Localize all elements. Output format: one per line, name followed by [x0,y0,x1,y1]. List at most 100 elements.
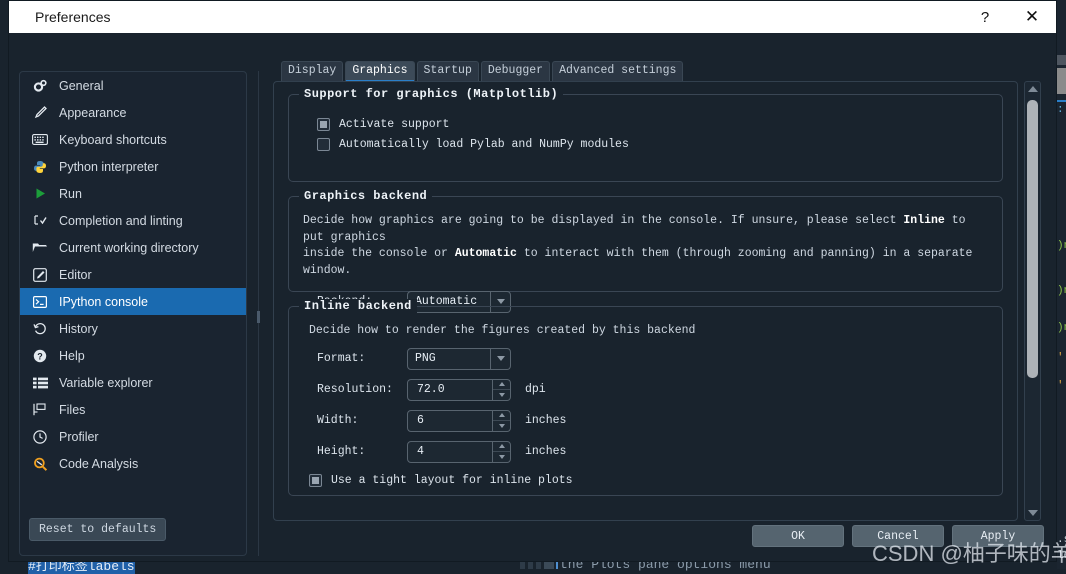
question-circle-icon: ? [30,348,50,364]
scrollbar-track[interactable] [1025,96,1040,506]
tab-debugger[interactable]: Debugger [481,61,550,81]
width-stepper[interactable]: 6 [407,410,511,432]
desc-part: Decide how graphics are going to be disp… [303,214,903,227]
stepper-down-icon[interactable] [493,421,510,431]
background-code-fragment: )n [1057,285,1066,297]
stepper-down-icon[interactable] [493,390,510,400]
stepper-buttons[interactable] [492,380,510,400]
checkbox-icon[interactable] [317,138,330,151]
background-code-fragment: )n [1057,240,1066,252]
activate-support-checkbox-row[interactable]: Activate support [317,118,988,131]
edit-icon [30,267,50,283]
sidebar-item-history[interactable]: History [20,315,246,342]
preferences-dialog: Preferences ? ✕ General Appearance [8,0,1057,562]
sidebar-item-run[interactable]: Run [20,180,246,207]
keyboard-icon [30,132,50,148]
chevron-down-icon[interactable] [490,349,510,369]
help-icon[interactable]: ? [962,1,1008,33]
checkbox-label: Automatically load Pylab and NumPy modul… [339,138,629,151]
sidebar-item-label: Profiler [59,430,99,444]
background-code-fragment: le [1057,550,1066,562]
tight-layout-checkbox-row[interactable]: Use a tight layout for inline plots [309,474,988,487]
sidebar-item-label: History [59,322,98,336]
tab-startup[interactable]: Startup [417,61,479,81]
cancel-button[interactable]: Cancel [852,525,944,547]
dialog-footer-buttons: OK Cancel Apply [752,525,1044,547]
desc-emphasis-automatic: Automatic [455,247,517,260]
height-field-row: Height: 4 inches [317,440,988,464]
files-icon [30,402,50,418]
gears-icon [30,78,50,94]
folder-icon [30,240,50,256]
reset-to-defaults-button[interactable]: Reset to defaults [29,518,166,541]
checkbox-icon[interactable] [317,118,330,131]
apply-button[interactable]: Apply [952,525,1044,547]
sidebar-item-label: Current working directory [59,241,199,255]
desc-emphasis-inline: Inline [903,214,944,227]
stepper-up-icon[interactable] [493,380,510,391]
scrollbar-thumb[interactable] [1027,100,1038,378]
sidebar[interactable]: General Appearance Keyboard shortcuts [19,71,247,556]
sidebar-item-label: IPython console [59,295,148,309]
sidebar-item-files[interactable]: Files [20,396,246,423]
sidebar-item-label: Help [59,349,85,363]
resolution-unit: dpi [525,383,546,396]
python-icon [30,159,50,175]
checkbox-icon[interactable] [309,474,322,487]
height-stepper[interactable]: 4 [407,441,511,463]
sidebar-item-current-working-directory[interactable]: Current working directory [20,234,246,261]
width-field-row: Width: 6 inches [317,409,988,433]
tab-display[interactable]: Display [281,61,343,81]
stepper-up-icon[interactable] [493,411,510,422]
tab-graphics[interactable]: Graphics [345,61,414,81]
background-code-fragment: : [1057,104,1064,116]
format-select[interactable]: PNG [407,348,511,370]
panel-scrollbar[interactable] [1024,81,1041,521]
resolution-value[interactable]: 72.0 [408,380,492,400]
width-value[interactable]: 6 [408,411,492,431]
width-unit: inches [525,414,566,427]
checkbox-label: Activate support [339,118,449,131]
sidebar-item-appearance[interactable]: Appearance [20,99,246,126]
sidebar-item-code-analysis[interactable]: Code Analysis [20,450,246,477]
format-select-value: PNG [408,349,490,369]
ok-button[interactable]: OK [752,525,844,547]
tab-advanced-settings[interactable]: Advanced settings [552,61,683,81]
main-panel: Display Graphics Startup Debugger Advanc… [273,61,1044,561]
group-title: Graphics backend [299,189,432,203]
sidebar-item-variable-explorer[interactable]: Variable explorer [20,369,246,396]
resolution-label: Resolution: [317,383,407,396]
scroll-down-icon[interactable] [1028,506,1038,520]
inline-backend-description: Decide how to render the figures created… [309,323,988,340]
width-label: Width: [317,414,407,427]
sidebar-item-ipython-console[interactable]: IPython console [20,288,246,315]
sidebar-item-keyboard-shortcuts[interactable]: Keyboard shortcuts [20,126,246,153]
background-code-fragment: .s [1057,534,1066,546]
autoload-pylab-numpy-checkbox-row[interactable]: Automatically load Pylab and NumPy modul… [317,138,988,151]
sidebar-item-completion-and-linting[interactable]: Completion and linting [20,207,246,234]
sidebar-item-label: Appearance [59,106,126,120]
sidebar-item-label: Variable explorer [59,376,153,390]
close-icon[interactable]: ✕ [1008,1,1056,33]
sidebar-item-help[interactable]: ? Help [20,342,246,369]
sidebar-item-profiler[interactable]: Profiler [20,423,246,450]
play-icon [30,186,50,202]
height-value[interactable]: 4 [408,442,492,462]
resolution-stepper[interactable]: 72.0 [407,379,511,401]
stepper-up-icon[interactable] [493,442,510,453]
stepper-buttons[interactable] [492,442,510,462]
completion-icon [30,213,50,229]
sidebar-splitter-handle[interactable] [257,311,260,323]
stepper-down-icon[interactable] [493,452,510,462]
magnifier-icon [30,456,50,472]
background-block [1057,68,1066,94]
background-code-fragment: )n [1057,322,1066,334]
stepper-buttons[interactable] [492,411,510,431]
sidebar-item-general[interactable]: General [20,72,246,99]
sidebar-item-python-interpreter[interactable]: Python interpreter [20,153,246,180]
desc-part: inside the console or [303,247,455,260]
graphics-backend-description: Decide how graphics are going to be disp… [303,213,988,280]
scroll-up-icon[interactable] [1028,82,1038,96]
paintbrush-icon [30,105,50,121]
sidebar-item-editor[interactable]: Editor [20,261,246,288]
